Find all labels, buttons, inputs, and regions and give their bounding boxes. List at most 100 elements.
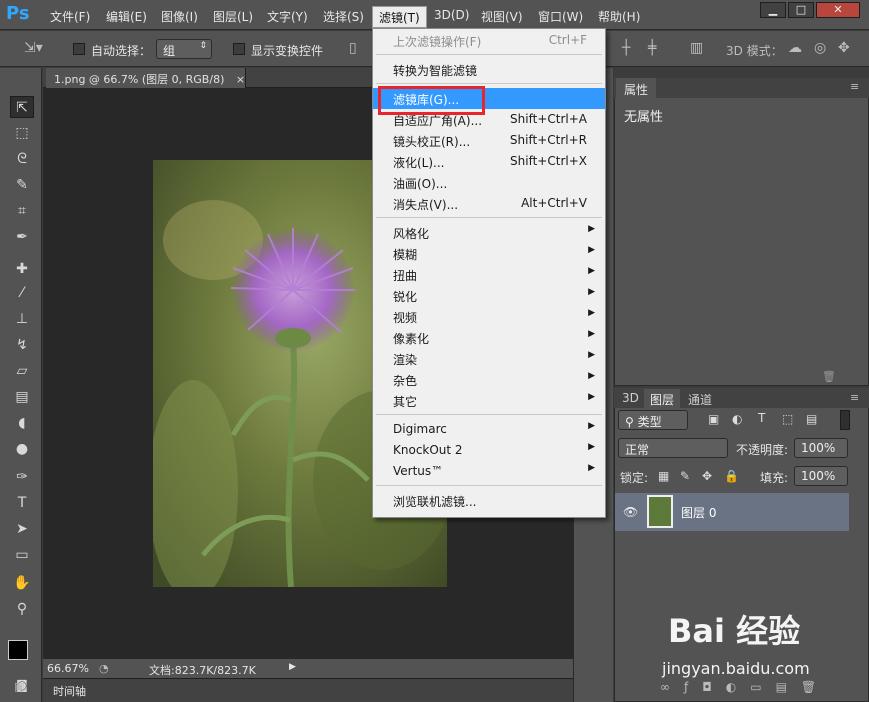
- zoom-level[interactable]: 66.67%: [47, 662, 89, 675]
- zoom-tool-icon[interactable]: ⚲: [10, 598, 34, 620]
- crop-tool-icon[interactable]: ⌗: [10, 200, 34, 222]
- auto-select-checkbox[interactable]: [73, 43, 85, 55]
- filter-smart-object-icon[interactable]: ▤: [806, 412, 817, 426]
- panel-menu-icon[interactable]: ≡: [850, 80, 859, 93]
- auto-align-icon[interactable]: ▥: [690, 40, 703, 56]
- menu-item[interactable]: 窗口(W): [538, 8, 583, 25]
- quick-select-tool-icon[interactable]: ✎: [10, 174, 34, 196]
- path-select-tool-icon[interactable]: ➤: [10, 518, 34, 540]
- layer-name[interactable]: 图层 0: [681, 504, 716, 521]
- add-mask-icon[interactable]: ◘: [702, 680, 726, 694]
- screen-mode-icon[interactable]: ▣: [14, 680, 24, 693]
- 3d-roll-icon[interactable]: ◎: [814, 40, 826, 56]
- filter-menu-item[interactable]: KnockOut 2 ▶: [373, 440, 605, 461]
- delete-layer-icon[interactable]: 🗑: [801, 680, 830, 694]
- show-transform-checkbox[interactable]: [233, 43, 245, 55]
- layers-panel-menu-icon[interactable]: ≡: [850, 391, 859, 404]
- move-tool-preset-icon[interactable]: ⇲▾: [24, 40, 43, 56]
- menu-item[interactable]: 图像(I): [161, 8, 198, 25]
- fx-icon[interactable]: ƒ: [684, 680, 702, 694]
- minimize-button[interactable]: ▁: [760, 2, 786, 18]
- 3d-drag-icon[interactable]: ✥: [838, 40, 850, 56]
- menu-item[interactable]: 帮助(H): [598, 8, 640, 25]
- document-tab-close-icon[interactable]: ×: [236, 73, 245, 86]
- history-brush-tool-icon[interactable]: ↯: [10, 334, 34, 356]
- lock-transparency-icon[interactable]: ▦: [658, 469, 669, 483]
- filter-menu-item[interactable]: 消失点(V)... Alt+Ctrl+V: [373, 193, 605, 214]
- menu-item[interactable]: 3D(D): [434, 8, 469, 22]
- brush-tool-icon[interactable]: ⁄: [10, 282, 34, 304]
- lock-all-icon[interactable]: 🔒: [724, 469, 739, 483]
- filter-menu-item[interactable]: 液化(L)... Shift+Ctrl+X: [373, 151, 605, 172]
- properties-tab[interactable]: 属性: [616, 78, 657, 98]
- filter-menu-item[interactable]: 镜头校正(R)... Shift+Ctrl+R: [373, 130, 605, 151]
- menu-item[interactable]: 文字(Y): [267, 8, 308, 25]
- status-menu-arrow-icon[interactable]: ▶: [289, 662, 296, 672]
- filter-menu-item[interactable]: 转换为智能滤镜: [373, 59, 605, 80]
- stamp-tool-icon[interactable]: ⊥: [10, 308, 34, 330]
- filter-toggle[interactable]: [840, 410, 850, 430]
- eraser-tool-icon[interactable]: ▱: [10, 360, 34, 382]
- move-tool-icon[interactable]: ⇱: [10, 96, 34, 118]
- filter-type-icon[interactable]: T: [758, 411, 765, 425]
- fill-input[interactable]: 100%: [794, 466, 848, 486]
- filter-menu-item[interactable]: 锐化 ▶: [373, 285, 605, 306]
- filter-menu-item[interactable]: 油画(O)...: [373, 172, 605, 193]
- link-layers-icon[interactable]: ∞: [660, 680, 684, 694]
- maximize-button[interactable]: □: [788, 2, 814, 18]
- menu-item[interactable]: 视图(V): [481, 8, 523, 25]
- filter-menu-item[interactable]: 风格化 ▶: [373, 222, 605, 243]
- distribute-vertical-icon[interactable]: ╪: [648, 40, 656, 56]
- filter-menu-item[interactable]: 渲染 ▶: [373, 348, 605, 369]
- filter-menu-item[interactable]: 模糊 ▶: [373, 243, 605, 264]
- shape-tool-icon[interactable]: ▭: [10, 544, 34, 566]
- filter-menu-item[interactable]: Digimarc ▶: [373, 419, 605, 440]
- filter-menu-item[interactable]: 浏览联机滤镜...: [373, 490, 605, 511]
- new-layer-icon[interactable]: ▤: [776, 680, 801, 694]
- lock-pixels-icon[interactable]: ✎: [680, 469, 690, 483]
- timeline-tab[interactable]: 时间轴: [53, 683, 86, 699]
- filter-menu-item[interactable]: Vertus™ ▶: [373, 461, 605, 482]
- layers-panel-tab[interactable]: 图层: [644, 389, 681, 408]
- layers-panel-tab[interactable]: 3D: [616, 389, 645, 408]
- filter-menu-item[interactable]: 扭曲 ▶: [373, 264, 605, 285]
- menu-item[interactable]: 文件(F): [50, 8, 90, 25]
- close-window-button[interactable]: ✕: [816, 2, 860, 18]
- document-tab[interactable]: 1.png @ 66.7% (图层 0, RGB/8) ×: [46, 68, 246, 88]
- blend-mode-dropdown[interactable]: 正常: [618, 438, 728, 458]
- pen-tool-icon[interactable]: ✑: [10, 466, 34, 488]
- filter-shape-icon[interactable]: ⬚: [782, 412, 793, 426]
- filter-adjustment-icon[interactable]: ◐: [732, 412, 742, 426]
- marquee-tool-icon[interactable]: ⬚: [10, 122, 34, 144]
- menu-item[interactable]: 选择(S): [323, 8, 364, 25]
- filter-menu-item[interactable]: 杂色 ▶: [373, 369, 605, 390]
- new-group-icon[interactable]: ▭: [750, 680, 775, 694]
- properties-delete-icon[interactable]: 🗑: [822, 370, 836, 383]
- menu-item[interactable]: 编辑(E): [106, 8, 147, 25]
- healing-brush-tool-icon[interactable]: ✚: [10, 258, 34, 280]
- auto-select-dropdown[interactable]: 组 ⇕: [156, 39, 212, 59]
- blur-tool-icon[interactable]: ◖: [10, 412, 34, 434]
- menu-item[interactable]: 图层(L): [213, 8, 253, 25]
- status-info-icon[interactable]: ◔: [99, 662, 109, 675]
- lock-position-icon[interactable]: ✥: [702, 469, 712, 483]
- dodge-tool-icon[interactable]: ●: [10, 438, 34, 460]
- gradient-tool-icon[interactable]: ▤: [10, 386, 34, 408]
- adjustment-layer-icon[interactable]: ◐: [726, 680, 750, 694]
- eyedropper-tool-icon[interactable]: ✒: [10, 226, 34, 248]
- menu-item[interactable]: 滤镜(T): [372, 6, 427, 28]
- layers-panel-tab[interactable]: 通道: [682, 389, 718, 408]
- foreground-color-swatch[interactable]: [8, 640, 28, 660]
- type-tool-icon[interactable]: T: [10, 492, 34, 514]
- filter-menu-item[interactable]: 视频 ▶: [373, 306, 605, 327]
- distribute-icon[interactable]: ┼: [622, 40, 630, 56]
- filter-pixel-icon[interactable]: ▣: [708, 412, 719, 426]
- filter-menu-item[interactable]: 像素化 ▶: [373, 327, 605, 348]
- lasso-tool-icon[interactable]: ᘓ: [10, 148, 34, 170]
- opacity-input[interactable]: 100%: [794, 438, 848, 458]
- 3d-rotate-icon[interactable]: ☁: [788, 40, 802, 56]
- align-top-icon[interactable]: ▯: [349, 40, 357, 56]
- hand-tool-icon[interactable]: ✋: [10, 572, 34, 594]
- layer-filter-dropdown[interactable]: ⚲ 类型: [618, 410, 688, 430]
- filter-menu-item[interactable]: 其它 ▶: [373, 390, 605, 411]
